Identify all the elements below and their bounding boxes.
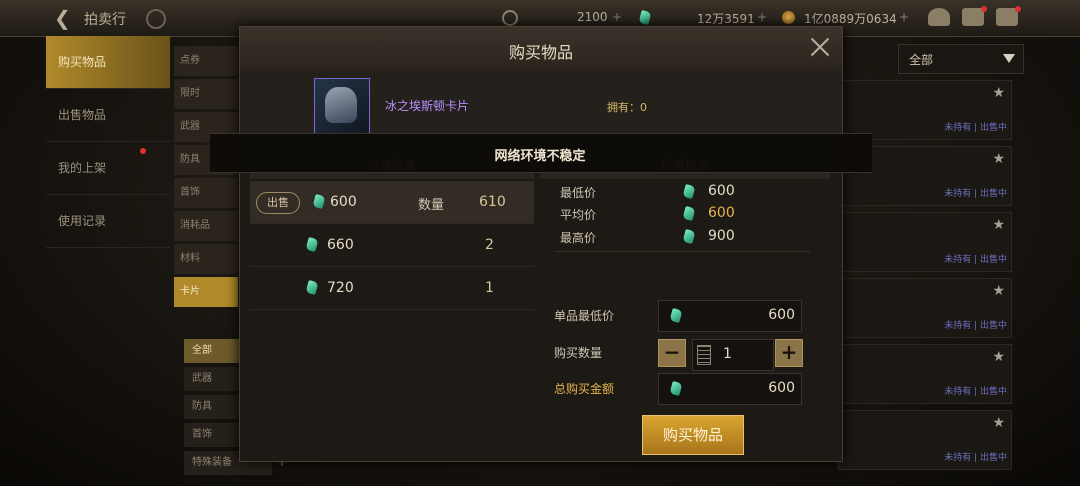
item-info: 冰之埃斯顿卡片 拥有：0: [240, 71, 842, 134]
quantity-input-value: 1: [723, 346, 732, 362]
decrease-quantity-button[interactable]: −: [658, 339, 686, 367]
max-price-value: 900: [708, 228, 735, 244]
listing-row[interactable]: ★ 未持有 | 出售中: [838, 410, 1012, 470]
gem-icon: [312, 193, 326, 210]
category-item[interactable]: 点券: [174, 46, 238, 76]
star-icon[interactable]: ★: [992, 415, 1005, 431]
gem-icon: [305, 236, 319, 253]
page-title: 拍卖行: [84, 12, 126, 28]
buy-item-dialog: 购买物品 冰之埃斯顿卡片 拥有：0 价格信息 行情信息 出售 600 数量 61…: [210, 26, 872, 462]
price-list-row[interactable]: 720 1: [250, 267, 534, 310]
max-price-label: 最高价: [560, 231, 597, 245]
gem-icon: [682, 205, 696, 222]
dialog-header: 购买物品: [240, 27, 842, 72]
unit-price-value: 600: [768, 307, 795, 323]
star-icon[interactable]: ★: [992, 151, 1005, 167]
sidebar-item-history[interactable]: 使用记录: [46, 195, 170, 248]
star-icon[interactable]: ★: [992, 283, 1005, 299]
gem-icon: [682, 228, 696, 245]
listing-status: 未持有 | 出售中: [944, 387, 1007, 397]
min-price-label: 最低价: [560, 186, 597, 200]
price-list-row[interactable]: 出售 600 数量 610: [250, 181, 534, 224]
listing-row[interactable]: ★ 未持有 | 出售中: [838, 212, 1012, 272]
add-gem-button[interactable]: +: [757, 10, 767, 24]
filter-dropdown[interactable]: 全部: [898, 44, 1024, 74]
category-item-cards[interactable]: 卡片: [174, 277, 238, 307]
total-price-value: 600: [768, 380, 795, 396]
unit-price-field[interactable]: 600: [658, 300, 802, 332]
calculator-icon[interactable]: [697, 345, 711, 365]
chevron-down-icon: [1003, 54, 1015, 63]
sidebar: 购买物品 出售物品 我的上架 使用记录: [46, 36, 170, 486]
quantity-value: 2: [485, 237, 494, 253]
gem-icon: [638, 9, 652, 26]
listing-status: 未持有 | 出售中: [944, 123, 1007, 133]
listing-row[interactable]: ★ 未持有 | 出售中: [838, 80, 1012, 140]
coin-icon: [782, 11, 795, 24]
item-card-image: [314, 78, 370, 134]
moon-currency-icon: [502, 10, 518, 26]
sidebar-item-buy[interactable]: 购买物品: [46, 36, 170, 89]
star-icon[interactable]: ★: [992, 349, 1005, 365]
increase-quantity-button[interactable]: +: [775, 339, 803, 367]
quantity-value: 1: [485, 280, 494, 296]
owned-count: 拥有：0: [607, 101, 647, 114]
chat-notification-dot: [1015, 6, 1021, 12]
listing-row[interactable]: ★ 未持有 | 出售中: [838, 278, 1012, 338]
listing-status: 未持有 | 出售中: [944, 321, 1007, 331]
sidebar-item-sell[interactable]: 出售物品: [46, 89, 170, 142]
total-price-label: 总购买金额: [554, 382, 615, 396]
dialog-title: 购买物品: [508, 43, 573, 62]
category-item[interactable]: 限时: [174, 79, 238, 109]
gem-currency-value: 12万3591: [697, 12, 755, 26]
sidebar-item-my-listings[interactable]: 我的上架: [46, 142, 170, 195]
sell-tag: 出售: [256, 192, 300, 214]
gem-icon: [669, 380, 683, 397]
price-value: 660: [327, 237, 354, 253]
min-price-value: 600: [708, 183, 735, 199]
category-item[interactable]: 消耗品: [174, 211, 238, 241]
network-warning-toast: 网络环境不稳定: [210, 133, 872, 173]
price-value: 600: [330, 194, 357, 210]
total-price-field: 600: [658, 373, 802, 405]
star-icon[interactable]: ★: [992, 217, 1005, 233]
moon-currency-value: 2100: [577, 10, 608, 24]
network-warning-text: 网络环境不稳定: [494, 149, 586, 164]
unit-price-label: 单品最低价: [554, 309, 615, 323]
category-item[interactable]: 首饰: [174, 178, 238, 208]
quantity-input[interactable]: 1: [692, 339, 774, 371]
quantity-value: 610: [479, 194, 506, 210]
price-value: 720: [327, 280, 354, 296]
close-icon[interactable]: [808, 35, 832, 59]
buy-item-button[interactable]: 购买物品: [642, 415, 744, 455]
listing-status: 未持有 | 出售中: [944, 189, 1007, 199]
star-icon[interactable]: ★: [992, 85, 1005, 101]
item-name: 冰之埃斯顿卡片: [385, 99, 470, 113]
category-list: 点券 限时 武器 防具 首饰 消耗品 材料 卡片: [174, 46, 238, 310]
price-list-row[interactable]: 660 2: [250, 224, 534, 267]
eye-icon[interactable]: [146, 9, 166, 29]
gem-icon: [682, 183, 696, 200]
divider: [556, 251, 810, 252]
coin-currency-value: 1亿0889万0634: [804, 12, 897, 26]
back-arrow-icon[interactable]: ❮: [54, 6, 71, 30]
category-item[interactable]: 材料: [174, 244, 238, 274]
shop-icon[interactable]: [928, 8, 950, 26]
listing-status: 未持有 | 出售中: [944, 255, 1007, 265]
add-coin-button[interactable]: +: [899, 10, 909, 24]
filter-dropdown-value: 全部: [909, 53, 934, 67]
avg-price-value: 600: [708, 205, 735, 221]
listing-status: 未持有 | 出售中: [944, 453, 1007, 463]
avg-price-label: 平均价: [560, 208, 597, 222]
quantity-label: 数量: [418, 198, 445, 213]
listing-row[interactable]: ★ 未持有 | 出售中: [838, 344, 1012, 404]
listings-notification-dot: [140, 148, 146, 154]
quantity-field-label: 购买数量: [554, 346, 603, 360]
mail-notification-dot: [981, 6, 987, 12]
gem-icon: [669, 307, 683, 324]
gem-icon: [305, 279, 319, 296]
add-moon-button[interactable]: +: [612, 10, 622, 24]
